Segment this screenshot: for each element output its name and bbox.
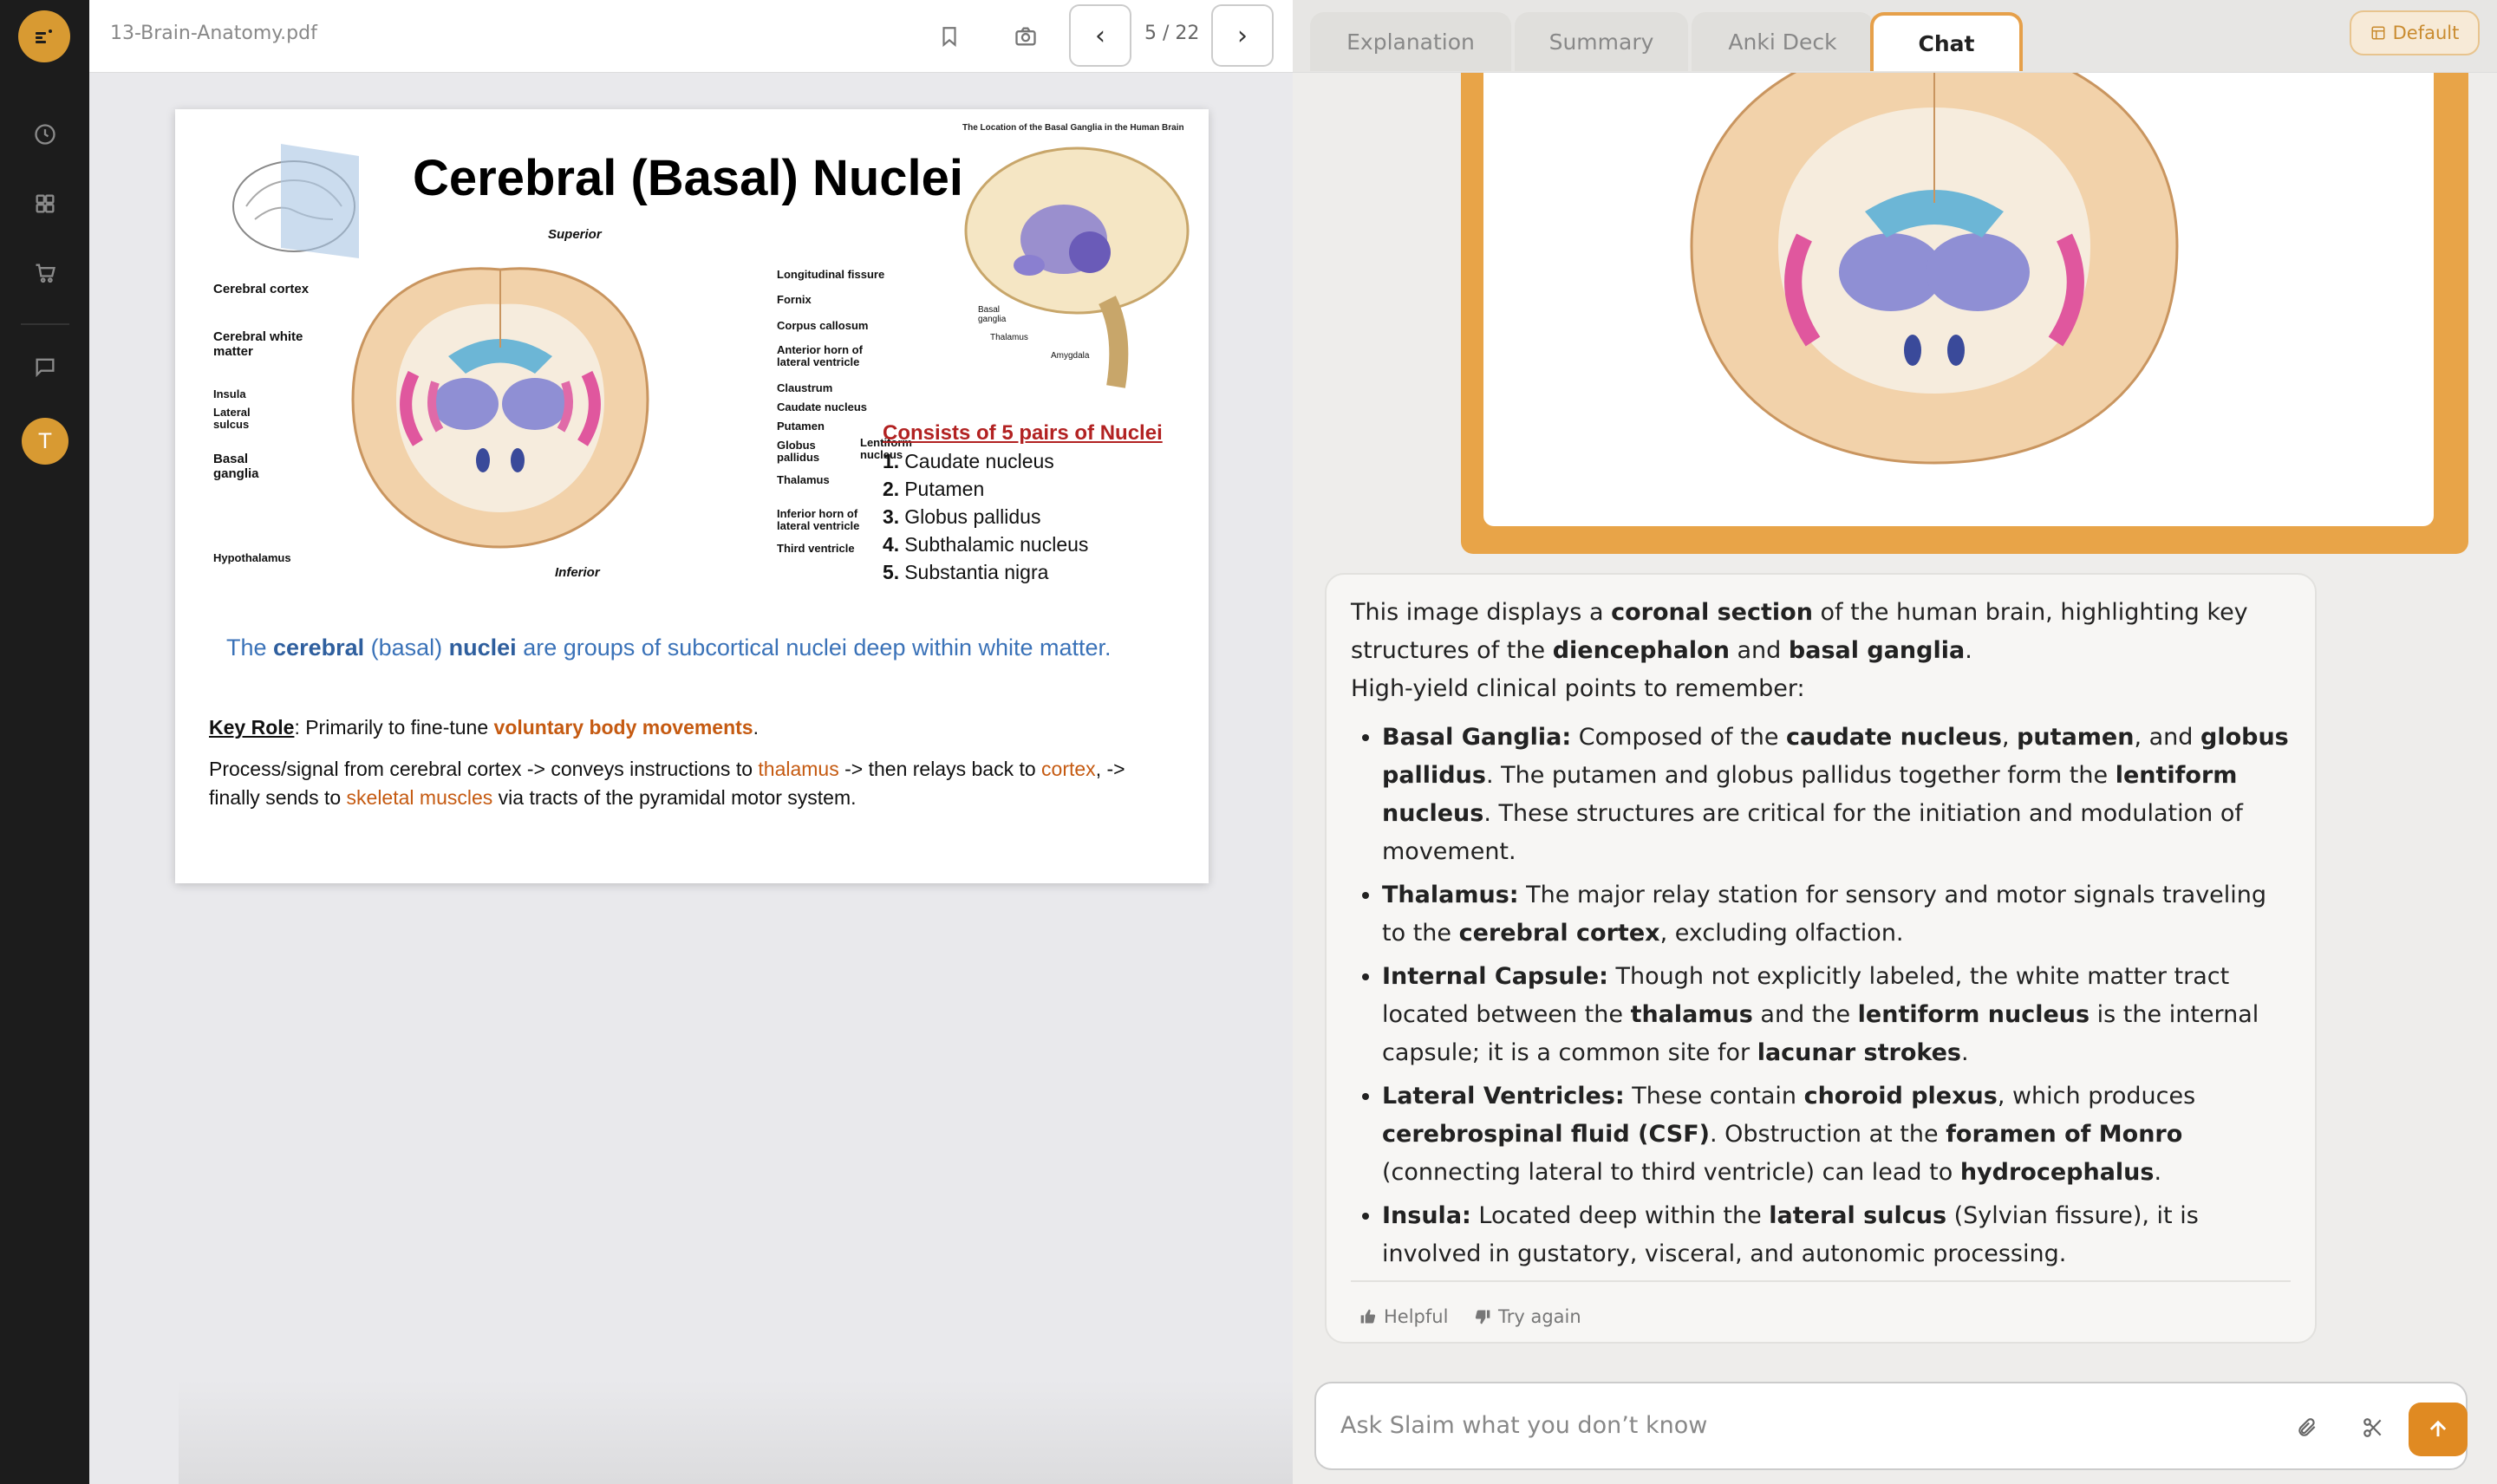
bookmark-icon — [942, 27, 956, 48]
attached-image — [1483, 73, 2434, 526]
chevron-right-icon: › — [1237, 20, 1248, 51]
paperclip-icon[interactable] — [2292, 1413, 2322, 1442]
camera-icon — [1015, 27, 1036, 46]
prev-page-button[interactable]: ‹ — [1069, 4, 1131, 67]
layout-icon — [2371, 26, 2385, 40]
viewer-toolbar: 13-Brain-Anatomy.pdf ‹ 5 / 22 › — [89, 0, 1293, 73]
default-layout-button[interactable]: Default — [2350, 10, 2480, 55]
process-text: Process/signal from cerebral cortex -> c… — [209, 758, 1125, 809]
viewer-bottom-area — [179, 1380, 1382, 1484]
label-anterior-horn: Anterior horn of lateral ventricle — [777, 343, 863, 369]
label-hypothalamus: Hypothalamus — [213, 551, 291, 564]
label-inferior: Inferior — [555, 565, 600, 580]
scissors-icon[interactable] — [2358, 1413, 2388, 1442]
message-divider — [1351, 1280, 2291, 1282]
label-globus-pallidus: Globus pallidus — [777, 439, 820, 465]
label-third-ventricle: Third ventricle — [777, 542, 855, 555]
nuclei-list: 1. Caudate nucleus 2. Putamen 3. Globus pal… — [883, 447, 1088, 586]
label-cerebral-cortex: Cerebral cortex — [213, 282, 310, 296]
list-item: Basal Ganglia: Composed of the caudate n… — [1382, 719, 2291, 871]
label-thalamus: Thalamus — [777, 473, 830, 486]
pdf-viewer: 13-Brain-Anatomy.pdf ‹ 5 / 22 › Cerebral… — [89, 0, 1382, 1484]
send-button[interactable] — [2409, 1403, 2468, 1456]
list-item: 1. Caudate nucleus — [883, 450, 1054, 472]
brain-orientation-thumbnail — [232, 144, 359, 258]
label-superior: Superior — [548, 227, 602, 242]
try-again-button[interactable]: Try again — [1474, 1298, 1581, 1336]
sidebar-divider — [21, 323, 69, 325]
coronal-section-crop — [1690, 73, 2179, 465]
tab-bar: Explanation Summary Anki Deck Chat Defau… — [1293, 0, 2497, 73]
location-caption: The Location of the Basal Ganglia in the… — [962, 123, 1184, 133]
tab-explanation[interactable]: Explanation — [1310, 12, 1511, 71]
list-item: Insula: Located deep within the lateral … — [1382, 1197, 2291, 1273]
label-inferior-horn: Inferior horn of lateral ventricle — [777, 507, 860, 533]
page-indicator: 5 / 22 — [1144, 23, 1200, 44]
list-item: Thalamus: The major relay station for se… — [1382, 876, 2291, 953]
label-longitudinal-fissure: Longitudinal fissure — [777, 268, 885, 281]
label-corpus-callosum: Corpus callosum — [777, 319, 869, 332]
label-lateral-sulcus: Lateral sulcus — [213, 406, 251, 432]
assistant-message: This image displays a coronal section of… — [1325, 573, 2317, 1344]
label-caudate-nucleus: Caudate nucleus — [777, 400, 868, 413]
list-item: 3. Globus pallidus — [883, 505, 1041, 528]
slide-title: Cerebral (Basal) Nuclei — [413, 150, 964, 206]
label-putamen: Putamen — [777, 420, 825, 433]
chat-icon[interactable] — [30, 352, 60, 381]
key-role-text: Key Role: Primarily to fine-tune volunta… — [209, 716, 759, 739]
coronal-section-diagram — [351, 267, 649, 549]
cart-icon[interactable] — [30, 258, 60, 288]
message-bullet-list: Basal Ganglia: Composed of the caudate n… — [1351, 719, 2291, 1273]
list-item: 4. Subthalamic nucleus — [883, 533, 1089, 556]
label-cerebral-white-matter: Cerebral white matter — [213, 329, 303, 359]
nuclei-list-title: Consists of 5 pairs of Nuclei — [883, 421, 1163, 445]
list-item: Internal Capsule: Though not explicitly … — [1382, 958, 2291, 1072]
label-basal-ganglia: Basal ganglia — [213, 452, 259, 481]
label-small-amygdala: Amygdala — [1051, 351, 1090, 361]
attached-image-card — [1461, 73, 2468, 554]
assistant-panel: Explanation Summary Anki Deck Chat Defau… — [1293, 0, 2497, 1484]
chevron-left-icon: ‹ — [1095, 20, 1105, 51]
chat-input-bar[interactable]: Ask Slaim what you don’t know — [1314, 1382, 2468, 1470]
grid-icon[interactable] — [30, 189, 60, 218]
message-intro: This image displays a coronal section of… — [1351, 599, 2248, 664]
list-item: Lateral Ventricles: These contain choroi… — [1382, 1077, 2291, 1192]
thumbs-down-icon — [1475, 1310, 1490, 1325]
label-claustrum: Claustrum — [777, 381, 833, 394]
label-small-basal-ganglia: Basal ganglia — [978, 305, 1007, 324]
arrow-up-icon — [2429, 1420, 2447, 1437]
helpful-button[interactable]: Helpful — [1359, 1298, 1448, 1336]
screenshot-button[interactable] — [1007, 17, 1045, 55]
bookmark-button[interactable] — [930, 17, 968, 55]
chat-input[interactable]: Ask Slaim what you don’t know — [1340, 1412, 1707, 1439]
pdf-page: Cerebral (Basal) Nuclei Superior Inferio… — [175, 109, 1209, 883]
message-subhead: High-yield clinical points to remember: — [1351, 675, 1805, 702]
history-icon[interactable] — [30, 120, 60, 149]
label-small-thalamus: Thalamus — [990, 333, 1028, 342]
app-logo[interactable] — [18, 10, 70, 62]
tab-summary[interactable]: Summary — [1515, 12, 1688, 71]
list-item: 2. Putamen — [883, 478, 985, 500]
tab-chat[interactable]: Chat — [1870, 12, 2023, 71]
list-item: 5. Substantia nigra — [883, 561, 1049, 583]
menu-icon — [36, 29, 52, 43]
label-fornix: Fornix — [777, 293, 812, 306]
next-page-button[interactable]: › — [1211, 4, 1274, 67]
label-insula: Insula — [213, 387, 246, 400]
thumbs-up-icon — [1360, 1309, 1376, 1324]
user-avatar[interactable]: T — [22, 418, 68, 465]
file-name: 13-Brain-Anatomy.pdf — [110, 23, 317, 44]
definition-text: The cerebral (basal) nuclei are groups o… — [226, 635, 1112, 661]
tab-anki-deck[interactable]: Anki Deck — [1692, 12, 1874, 71]
app-sidebar: T — [0, 0, 89, 1484]
